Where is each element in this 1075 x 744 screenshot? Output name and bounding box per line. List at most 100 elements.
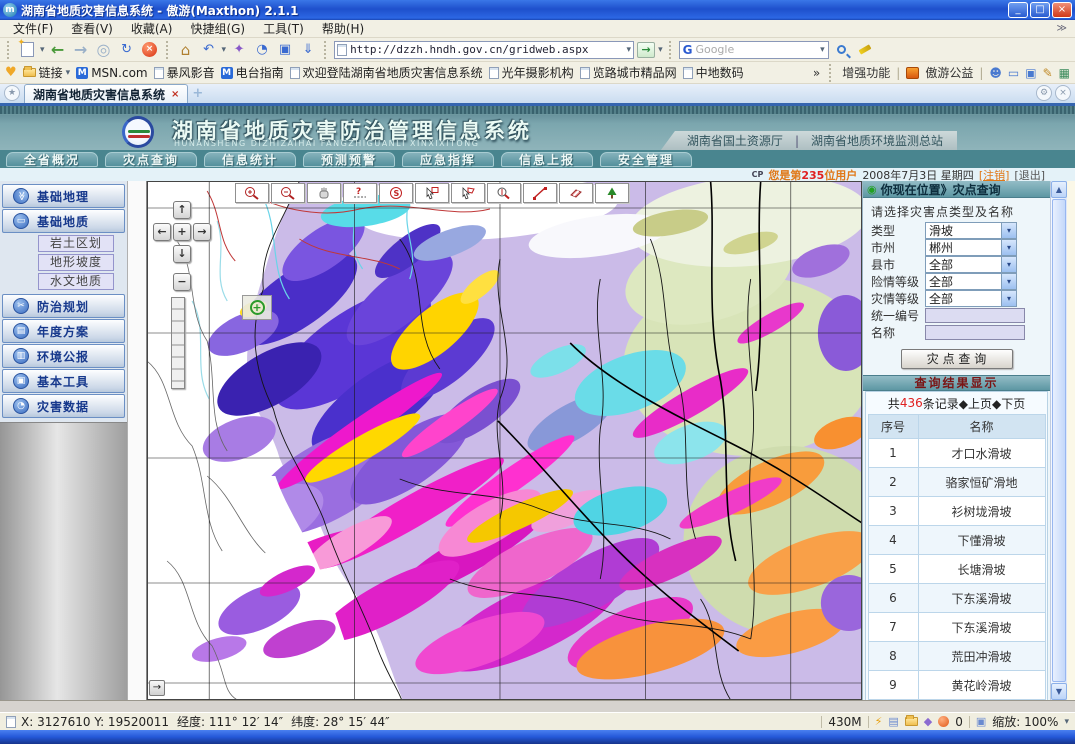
menu-tools[interactable]: 工具(T) (254, 20, 313, 37)
address-bar[interactable]: http://dzzh.hndh.gov.cn/gridweb.aspx ▾ (334, 41, 634, 59)
link-item[interactable]: 中地数码 (683, 64, 744, 81)
code-input[interactable] (925, 308, 1025, 323)
charity-button[interactable]: 傲游公益 (925, 64, 973, 81)
identify-tool[interactable] (487, 183, 521, 203)
person-icon[interactable]: ☻ (989, 66, 1002, 80)
link-item[interactable]: M电台指南 (221, 64, 284, 81)
forward-icon[interactable]: → (71, 40, 91, 60)
home-icon[interactable]: ⌂ (176, 40, 196, 60)
links-folder[interactable]: 链接 ▾ (23, 64, 71, 81)
maximize-button[interactable]: □ (1030, 2, 1050, 18)
zoom-out-tool[interactable] (271, 183, 305, 203)
result-row[interactable]: 9黄花岭滑坡 (868, 671, 1045, 700)
tab-settings-icon[interactable]: ⚙ (1036, 85, 1052, 101)
refresh-icon[interactable]: ↻ (117, 40, 137, 60)
zoom-level[interactable]: 缩放: 100% (992, 713, 1058, 730)
search-box[interactable]: G Google ▾ (679, 41, 829, 59)
city-select[interactable]: 郴州▾ (925, 239, 1017, 256)
link-manager-icon[interactable]: ▣ (275, 40, 295, 60)
zoom-minus-button[interactable]: − (173, 273, 191, 291)
back-icon[interactable]: ← (48, 40, 68, 60)
link-land-resources[interactable]: 湖南省国土资源厅 (687, 132, 783, 149)
sidebar-item-annual-plan[interactable]: ▤ 年度方案 (2, 319, 125, 343)
minimize-button[interactable]: _ (1008, 2, 1028, 18)
zoom-in-tool[interactable] (235, 183, 269, 203)
menu-view[interactable]: 查看(V) (62, 20, 122, 37)
zoom-dropdown-icon[interactable]: ▾ (1064, 717, 1069, 727)
sidebar-item-base-geology[interactable]: ▭ 基础地质 (2, 209, 125, 233)
circle-down-icon[interactable]: ◎ (94, 40, 114, 60)
sidebar-subitem-rock-zoning[interactable]: 岩土区划 (38, 235, 114, 252)
links-more-icon[interactable]: » (813, 66, 820, 80)
sidebar-subitem-terrain-slope[interactable]: 地形坡度 (38, 254, 114, 271)
charity-icon[interactable] (906, 67, 919, 79)
nav-tab-emergency[interactable]: 应急指挥 (402, 152, 494, 167)
pan-left-button[interactable]: ← (153, 223, 171, 241)
select-arrow-icon[interactable]: ▾ (1001, 274, 1016, 289)
close-button[interactable]: × (1052, 2, 1072, 18)
search-dropdown-icon[interactable]: ▾ (820, 45, 825, 55)
window-icon[interactable]: ▭ (1008, 66, 1019, 80)
sidebar-item-base-geography[interactable]: ≫ 基础地理 (2, 184, 125, 208)
eraser-tool[interactable] (559, 183, 593, 203)
panel-splitter[interactable] (127, 181, 147, 700)
search-icon[interactable] (837, 45, 846, 54)
scroll-down-icon[interactable]: ▼ (1051, 683, 1067, 700)
county-select[interactable]: 全部▾ (925, 256, 1017, 273)
name-input[interactable] (925, 325, 1025, 340)
new-page-icon[interactable] (21, 42, 34, 57)
result-row[interactable]: 3衫树垅滑坡 (868, 497, 1045, 526)
highlighter-icon[interactable] (858, 44, 871, 54)
result-row[interactable]: 4下懂滑坡 (868, 526, 1045, 555)
nav-tab-statistics[interactable]: 信息统计 (204, 152, 296, 167)
address-dropdown-icon[interactable]: ▾ (627, 45, 632, 55)
menu-groups[interactable]: 快捷组(G) (181, 20, 254, 37)
legend-tree-tool[interactable] (595, 183, 629, 203)
measure-tool[interactable]: ? (343, 183, 377, 203)
prev-page-link[interactable]: ◆上页 (959, 395, 992, 412)
select-arrow-icon[interactable]: ▾ (1001, 240, 1016, 255)
new-tab-icon[interactable]: + (192, 86, 203, 101)
url-text[interactable]: http://dzzh.hndh.gov.cn/gridweb.aspx (350, 43, 623, 56)
type-select[interactable]: 滑坡▾ (925, 222, 1017, 239)
select-arrow-icon[interactable]: ▾ (1001, 291, 1016, 306)
magic-wand-icon[interactable]: ✦ (229, 40, 249, 60)
sidebar-item-env-bulletin[interactable]: ▥ 环境公报 (2, 344, 125, 368)
nav-tab-report[interactable]: 信息上报 (501, 152, 593, 167)
new-page-dropdown-icon[interactable]: ▾ (40, 45, 45, 55)
map-scroll-right-button[interactable]: → (149, 680, 165, 696)
result-row[interactable]: 2骆家恒矿滑地 (868, 468, 1045, 497)
link-item[interactable]: 暴风影音 (154, 64, 215, 81)
stop-icon[interactable]: × (142, 42, 157, 57)
pages-icon[interactable]: ▣ (976, 715, 986, 728)
undo-dropdown-icon[interactable]: ▾ (222, 45, 227, 55)
pan-down-button[interactable]: ↓ (173, 245, 191, 263)
zoom-plus-button[interactable]: + (173, 223, 191, 241)
result-row[interactable]: 1才口水滑坡 (868, 439, 1045, 468)
go-button[interactable]: → (637, 42, 655, 58)
link-item-msn[interactable]: MMSN.com (76, 66, 147, 80)
snap-icon[interactable] (938, 716, 949, 727)
link-item[interactable]: 览路城市精品网 (580, 64, 677, 81)
select-rect-tool[interactable] (415, 183, 449, 203)
folder-icon[interactable] (905, 717, 918, 726)
scrollbar-thumb[interactable] (1052, 199, 1066, 682)
menu-favorites[interactable]: 收藏(A) (122, 20, 182, 37)
history-icon[interactable]: ◔ (252, 40, 272, 60)
scroll-up-icon[interactable]: ▲ (1051, 181, 1067, 198)
pages-icon[interactable]: ▣ (1025, 66, 1036, 80)
sidebar-subitem-hydrogeology[interactable]: 水文地质 (38, 273, 114, 290)
undo-icon[interactable]: ↶ (199, 40, 219, 60)
search-input[interactable]: Google (695, 43, 817, 56)
menu-file[interactable]: 文件(F) (4, 20, 62, 37)
favorites-heart-icon[interactable]: ♥ (5, 65, 17, 80)
result-row[interactable]: 7下东溪滑坡 (868, 613, 1045, 642)
sidebar-item-basic-tools[interactable]: ▣ 基本工具 (2, 369, 125, 393)
search-engine-icon[interactable]: G (683, 43, 693, 57)
active-tab[interactable]: 湖南省地质灾害信息系统 × (24, 84, 188, 103)
link-item[interactable]: 欢迎登陆湖南省地质灾害信息系统 (290, 64, 483, 81)
pan-tool[interactable] (307, 183, 341, 203)
star-icon[interactable]: ★ (4, 85, 20, 101)
nav-tab-security[interactable]: 安全管理 (600, 152, 692, 167)
printer-icon[interactable]: ▤ (888, 715, 898, 728)
